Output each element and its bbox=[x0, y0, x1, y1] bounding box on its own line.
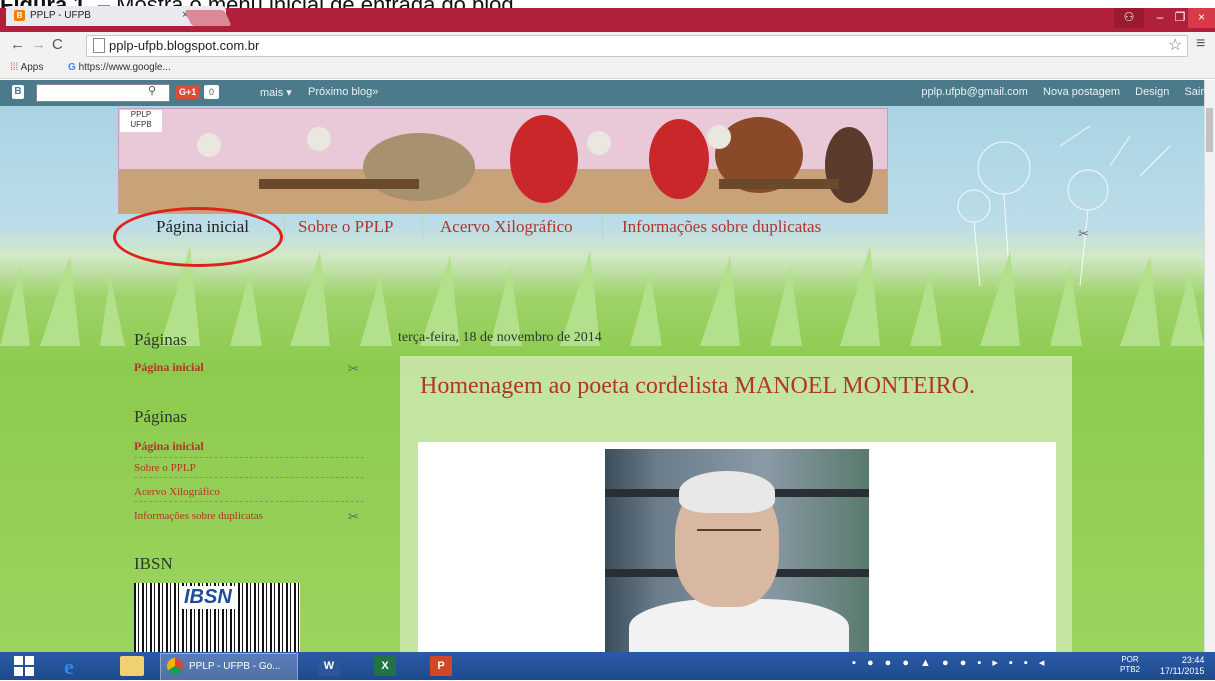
blog-header-banner[interactable] bbox=[118, 108, 888, 214]
reload-icon[interactable]: C bbox=[52, 36, 69, 53]
account-email[interactable]: pplp.ufpb@gmail.com bbox=[921, 86, 1028, 98]
search-icon[interactable]: ⚲ bbox=[148, 84, 156, 97]
highlight-circle bbox=[113, 207, 283, 267]
edit-tool-icon[interactable]: ✂ bbox=[348, 361, 359, 377]
minimize-button[interactable]: – bbox=[1148, 8, 1172, 28]
apps-grid-icon: ⁞⁞⁞ bbox=[10, 62, 19, 73]
windows-logo-icon bbox=[14, 656, 23, 665]
banner-illustration bbox=[119, 109, 887, 213]
internet-explorer-icon[interactable]: e bbox=[64, 654, 74, 680]
file-explorer-icon[interactable] bbox=[120, 656, 144, 676]
language-indicator[interactable]: POR PTB2 bbox=[1120, 655, 1140, 675]
next-blog-link[interactable]: Próximo blog» bbox=[308, 86, 378, 98]
chrome-taskbar-label: PPLP - UFPB - Go... bbox=[189, 661, 281, 672]
new-post-link[interactable]: Nova postagem bbox=[1043, 86, 1120, 98]
url-field[interactable]: pplp-ufpb.blogspot.com.br bbox=[86, 35, 1188, 57]
chrome-taskbar-button[interactable]: PPLP - UFPB - Go... bbox=[160, 653, 298, 681]
sign-out-link[interactable]: Sair bbox=[1184, 86, 1204, 98]
user-icon[interactable]: ⚇ bbox=[1114, 8, 1144, 28]
tab-acervo-xilografico[interactable]: Acervo Xilográfico bbox=[440, 217, 573, 237]
windows-logo-icon bbox=[25, 667, 34, 676]
apps-bookmark[interactable]: ⁞⁞⁞ Apps bbox=[10, 62, 43, 73]
more-menu[interactable]: mais ▾ bbox=[260, 86, 292, 99]
gplus-count: 0 bbox=[204, 85, 220, 99]
blogger-navbar: B ⚲ G+1 0 mais ▾ Próximo blog» pplp.ufpb… bbox=[0, 80, 1204, 106]
system-clock[interactable]: 23:44 17/11/2015 bbox=[1160, 655, 1204, 677]
page-scrollbar[interactable] bbox=[1204, 80, 1215, 652]
maximize-button[interactable]: ❐ bbox=[1172, 8, 1188, 28]
nav-buttons: ←→C bbox=[10, 36, 69, 53]
tab-divider bbox=[602, 214, 603, 240]
glasses bbox=[697, 529, 761, 541]
back-icon[interactable]: ← bbox=[10, 36, 31, 53]
google-icon: G bbox=[68, 62, 76, 73]
bookmark-star-icon[interactable]: ☆ bbox=[1168, 35, 1182, 55]
sidebar-link-pagina-inicial[interactable]: Página inicial bbox=[134, 439, 364, 458]
windows-logo-icon bbox=[25, 656, 34, 665]
blogger-logo-icon[interactable]: B bbox=[12, 85, 24, 99]
start-button[interactable] bbox=[14, 656, 34, 676]
post-photo[interactable] bbox=[605, 449, 869, 654]
edit-tool-icon[interactable]: ✂ bbox=[1078, 226, 1089, 242]
forward-icon[interactable]: → bbox=[31, 36, 52, 53]
tab-title: PPLP - UFPB bbox=[30, 10, 91, 21]
pplp-logo: PPLP UFPB bbox=[120, 110, 162, 132]
tab-divider bbox=[284, 214, 285, 240]
bookmarks-bar: ⁞⁞⁞ Apps G https://www.google... bbox=[0, 58, 1215, 79]
sidebar-link-sobre-o-pplp[interactable]: Sobre o PPLP bbox=[134, 462, 364, 478]
excel-icon[interactable]: X bbox=[374, 656, 396, 676]
windows-logo-icon bbox=[14, 667, 23, 676]
google-bookmark[interactable]: G https://www.google... bbox=[68, 62, 171, 73]
sidebar-link-acervo-xilografico[interactable]: Acervo Xilográfico bbox=[134, 486, 364, 502]
hair bbox=[679, 471, 775, 513]
gplus-button[interactable]: G+1 bbox=[176, 85, 200, 99]
menu-icon[interactable]: ≡ bbox=[1196, 35, 1205, 53]
page-icon bbox=[93, 38, 105, 53]
word-icon[interactable]: W bbox=[318, 656, 340, 676]
sidebar-link-pagina-inicial[interactable]: Página inicial bbox=[134, 360, 204, 375]
design-link[interactable]: Design bbox=[1135, 86, 1169, 98]
tab-divider bbox=[422, 214, 423, 240]
chrome-icon bbox=[167, 658, 183, 674]
new-tab-button[interactable] bbox=[184, 10, 232, 26]
tab-informacoes-duplicatas[interactable]: Informações sobre duplicatas bbox=[622, 217, 821, 237]
blogger-favicon-icon: B bbox=[14, 10, 25, 21]
sidebar-link-informacoes-duplicatas[interactable]: Informações sobre duplicatas bbox=[134, 510, 263, 522]
powerpoint-icon[interactable]: P bbox=[430, 656, 452, 676]
shirt bbox=[629, 599, 849, 654]
close-window-button[interactable]: × bbox=[1188, 8, 1215, 28]
scrollbar-thumb[interactable] bbox=[1206, 108, 1213, 152]
ibsn-logo: IBSN bbox=[180, 586, 236, 609]
edit-tool-icon[interactable]: ✂ bbox=[348, 509, 359, 525]
post-title[interactable]: Homenagem ao poeta cordelista MANOEL MON… bbox=[420, 372, 980, 400]
sidebar-heading-ibsn: IBSN bbox=[134, 554, 173, 573]
sidebar-heading-paginas-2: Páginas bbox=[134, 407, 187, 426]
post-date: terça-feira, 18 de novembro de 2014 bbox=[398, 330, 602, 345]
sidebar-heading-paginas: Páginas bbox=[134, 330, 187, 349]
url-text: pplp-ufpb.blogspot.com.br bbox=[109, 38, 260, 53]
system-tray-icons[interactable]: ▪ ● ● ● ▲ ● ● ▪ ▸ ▪ ▪ ◂ bbox=[852, 656, 1048, 669]
tab-sobre-o-pplp[interactable]: Sobre o PPLP bbox=[298, 217, 393, 237]
